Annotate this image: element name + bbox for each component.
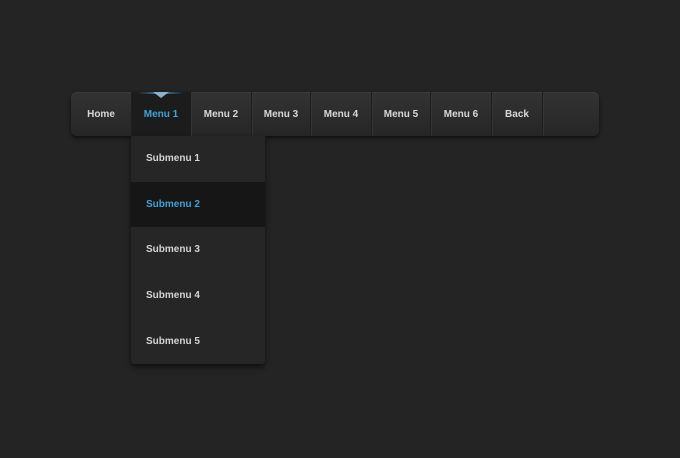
submenu-item-label: Submenu 1 bbox=[146, 153, 200, 165]
nav-item-label: Home bbox=[87, 108, 115, 120]
nav-item-menu-5[interactable]: Menu 5 bbox=[372, 92, 431, 136]
nav-item-label: Menu 1 bbox=[143, 108, 179, 120]
nav-item-back[interactable]: Back bbox=[492, 92, 543, 136]
nav-item-menu-6[interactable]: Menu 6 bbox=[431, 92, 492, 136]
nav-item-label: Menu 3 bbox=[263, 108, 299, 120]
nav-item-label: Menu 2 bbox=[203, 108, 239, 120]
nav-item-menu-3[interactable]: Menu 3 bbox=[252, 92, 311, 136]
submenu-item-2[interactable]: Submenu 2 bbox=[131, 181, 265, 228]
submenu-item-4[interactable]: Submenu 4 bbox=[131, 273, 265, 319]
submenu-item-1[interactable]: Submenu 1 bbox=[131, 136, 265, 182]
nav-item-menu-4[interactable]: Menu 4 bbox=[311, 92, 372, 136]
nav-item-label: Back bbox=[505, 108, 529, 120]
submenu-dropdown: Submenu 1 Submenu 2 Submenu 3 Submenu 4 … bbox=[131, 136, 265, 364]
nav-item-menu-2[interactable]: Menu 2 bbox=[191, 92, 252, 136]
submenu-item-3[interactable]: Submenu 3 bbox=[131, 227, 265, 273]
nav-item-home[interactable]: Home bbox=[71, 92, 132, 136]
nav-item-label: Menu 4 bbox=[323, 108, 359, 120]
active-indicator-icon bbox=[153, 92, 169, 98]
submenu-item-label: Submenu 2 bbox=[146, 198, 200, 210]
submenu-item-label: Submenu 3 bbox=[146, 244, 200, 256]
nav-bar: Home Menu 1 Menu 2 Menu 3 Menu 4 Menu 5 … bbox=[71, 92, 599, 136]
nav-item-label: Menu 5 bbox=[383, 108, 419, 120]
submenu-item-label: Submenu 4 bbox=[146, 290, 200, 302]
nav-item-label: Menu 6 bbox=[443, 108, 479, 120]
submenu-item-label: Submenu 5 bbox=[146, 335, 200, 347]
nav-item-menu-1[interactable]: Menu 1 bbox=[132, 92, 191, 136]
submenu-item-5[interactable]: Submenu 5 bbox=[131, 318, 265, 364]
